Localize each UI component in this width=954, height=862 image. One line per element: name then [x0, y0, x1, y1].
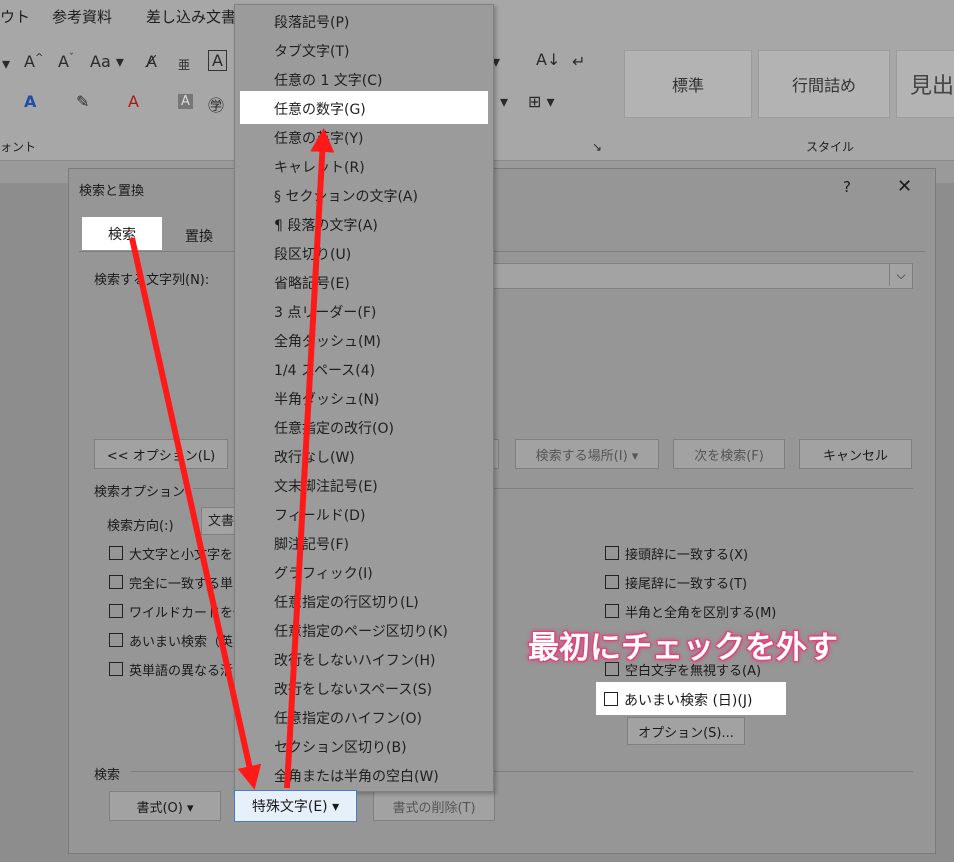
- arrow-special-to-digit: [284, 128, 335, 789]
- annotation-arrows: [129, 128, 335, 790]
- arrow-tab-to-special: [129, 237, 262, 790]
